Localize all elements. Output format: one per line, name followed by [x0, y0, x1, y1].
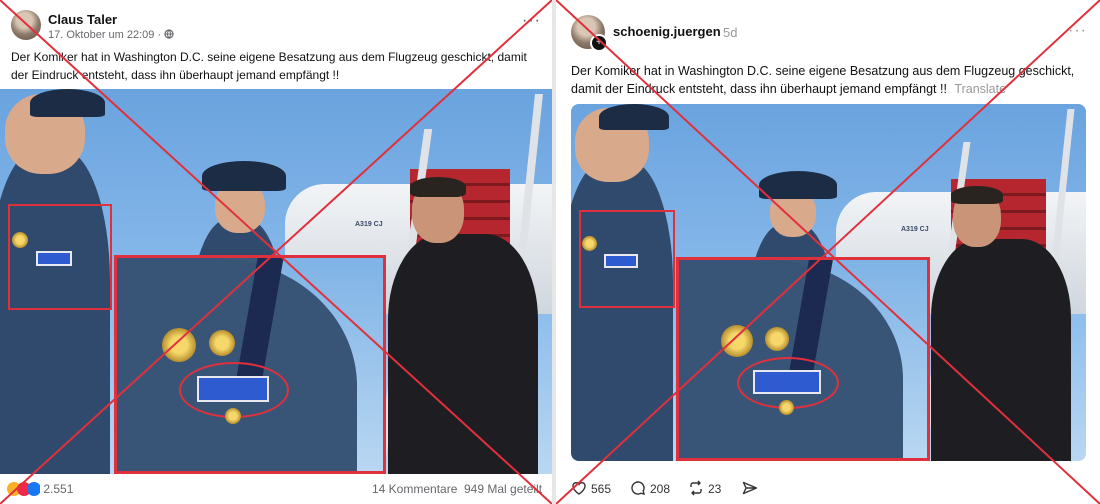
replies-count: 208 — [650, 482, 671, 496]
button-medal — [779, 400, 794, 415]
meta-separator: · — [157, 29, 162, 41]
aircraft-label: A319 CJ — [901, 226, 929, 233]
likes-count: 565 — [591, 482, 612, 496]
share-icon[interactable] — [742, 480, 758, 496]
globe-icon — [164, 29, 174, 39]
zoom-inset — [676, 257, 930, 461]
comment-icon[interactable] — [630, 480, 646, 496]
more-icon[interactable]: ··· — [1068, 22, 1087, 40]
officer-center-cap — [759, 171, 837, 199]
officer-left — [0, 149, 110, 474]
author-avatar[interactable] — [11, 10, 41, 40]
officer-center-cap — [202, 161, 286, 191]
name-badge-small — [604, 254, 638, 268]
post-photo[interactable]: A319 CJ — [571, 104, 1086, 461]
reaction-count: 2.551 — [43, 482, 74, 496]
aircraft-label: A319 CJ — [355, 221, 383, 228]
name-badge-small — [36, 251, 72, 266]
medal-large — [162, 328, 196, 362]
author-name[interactable]: Claus Taler — [48, 12, 117, 27]
man-in-black — [388, 234, 538, 474]
comments-count[interactable]: 14 Kommentare — [372, 482, 457, 496]
more-icon[interactable]: ··· — [522, 12, 541, 30]
officer-left-cap — [599, 104, 669, 130]
man-in-black-hair — [410, 177, 466, 197]
author-name[interactable]: schoenig.juergen — [613, 24, 721, 39]
reaction-icons — [7, 482, 41, 496]
man-in-black — [931, 239, 1071, 461]
officer-left-cap — [30, 89, 105, 117]
threads-post: + schoenig.juergen 5d ··· Der Komiker ha… — [556, 0, 1100, 504]
reposts-count: 23 — [708, 482, 722, 496]
medal-large-2 — [209, 330, 235, 356]
post-text: Der Komiker hat in Washington D.C. seine… — [11, 50, 527, 82]
medal-small — [582, 236, 597, 251]
post-age: 5d — [723, 25, 738, 40]
post-text: Der Komiker hat in Washington D.C. seine… — [571, 62, 1091, 98]
medal-small — [12, 232, 28, 248]
add-follow-icon[interactable]: + — [590, 34, 608, 52]
reaction-bar[interactable]: 2.551 — [6, 481, 73, 497]
facebook-post: Claus Taler 17. Oktober um 22:09 · ··· D… — [0, 0, 552, 504]
officer-left — [571, 160, 673, 461]
medal-large — [721, 325, 753, 357]
zoom-inset — [114, 255, 386, 474]
shares-count[interactable]: 949 Mal geteilt — [464, 482, 542, 496]
heart-icon[interactable] — [571, 480, 587, 496]
medal-large-2 — [765, 327, 789, 351]
translate-link[interactable]: Translate — [954, 82, 1006, 96]
button-medal — [225, 408, 241, 424]
post-timestamp[interactable]: 17. Oktober um 22:09 — [48, 29, 154, 41]
repost-icon[interactable] — [688, 480, 704, 496]
post-meta: 17. Oktober um 22:09 · — [48, 29, 174, 41]
man-in-black-hair — [951, 186, 1003, 204]
post-photo[interactable]: A319 CJ — [0, 89, 552, 474]
